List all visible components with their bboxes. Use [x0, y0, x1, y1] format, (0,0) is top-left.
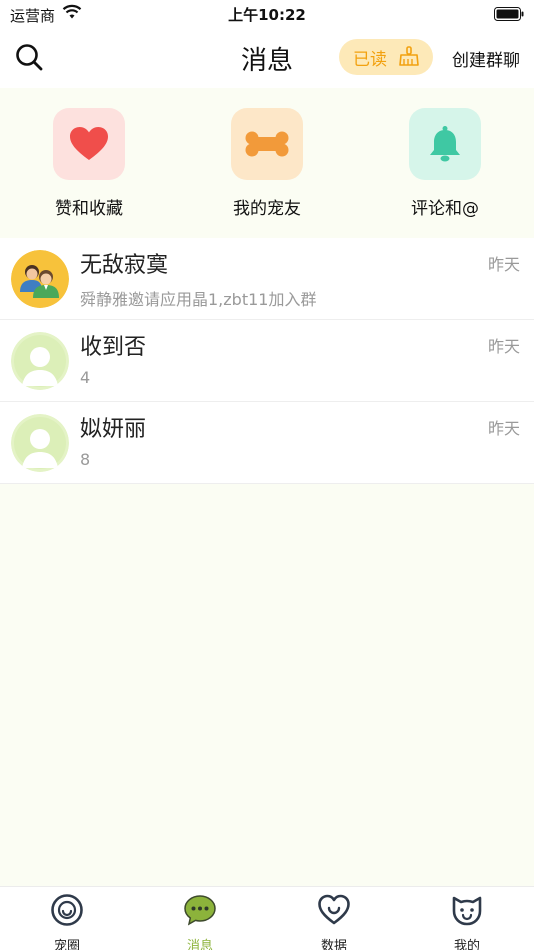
- conversation-row[interactable]: 姒妍丽 8 昨天: [0, 402, 534, 484]
- likes-favorites-entry[interactable]: 赞和收藏: [19, 108, 159, 219]
- conversation-row[interactable]: 无敌寂寞 舜静雅邀请应用晶1,zbt11加入群 昨天: [0, 238, 534, 320]
- conversation-time: 昨天: [487, 255, 520, 274]
- tab-bar: 宠圈 消息 数据 我的: [0, 886, 534, 950]
- tab-pet-circle[interactable]: 宠圈: [27, 893, 107, 950]
- likes-tile: [53, 108, 125, 180]
- group-avatar: [11, 250, 69, 308]
- pet-friends-entry[interactable]: 我的宠友: [197, 108, 337, 219]
- conversation-preview: 舜静雅邀请应用晶1,zbt11加入群: [80, 290, 317, 309]
- broom-icon: [399, 46, 419, 66]
- conversation-name: 姒妍丽: [80, 417, 147, 442]
- chat-bubble-icon: [184, 895, 216, 926]
- quick-entries: 赞和收藏 我的宠友 评论和@: [0, 88, 534, 236]
- conversation-preview: 4: [80, 368, 91, 387]
- conversation-time: 昨天: [487, 337, 520, 356]
- conversation-row[interactable]: 收到否 4 昨天: [0, 320, 534, 402]
- battery-icon: [494, 7, 524, 21]
- comments-mentions-entry[interactable]: 评论和@: [375, 108, 515, 219]
- conversation-list: 无敌寂寞 舜静雅邀请应用晶1,zbt11加入群 昨天 收到否 4 昨天 姒妍丽: [0, 238, 534, 484]
- conversation-name: 收到否: [80, 335, 147, 360]
- search-icon[interactable]: [14, 42, 44, 72]
- cat-face-icon: [452, 896, 482, 926]
- mark-all-read-label: 已读: [353, 49, 387, 70]
- bell-icon: [430, 126, 460, 162]
- tab-label: 我的: [453, 939, 480, 950]
- conversation-name: 无敌寂寞: [80, 253, 169, 278]
- pet-friends-label: 我的宠友: [233, 199, 301, 219]
- status-time: 上午10:22: [228, 6, 306, 24]
- pet-friends-tile: [231, 108, 303, 180]
- heart-outline-icon: [318, 894, 350, 925]
- conversation-time: 昨天: [487, 419, 520, 438]
- tab-label: 数据: [320, 939, 347, 950]
- create-group-button[interactable]: 创建群聊: [452, 46, 520, 71]
- conversation-preview: 8: [80, 450, 91, 469]
- default-avatar: [11, 414, 69, 472]
- tab-messages[interactable]: 消息: [160, 893, 240, 950]
- tab-label: 消息: [186, 939, 213, 950]
- smile-circle-icon: [51, 894, 83, 926]
- tab-mine[interactable]: 我的: [427, 893, 507, 950]
- comments-label: 评论和@: [411, 199, 479, 219]
- comments-tile: [409, 108, 481, 180]
- nav-header: 消息 已读 创建群聊: [0, 28, 534, 88]
- tab-data[interactable]: 数据: [294, 893, 374, 950]
- likes-label: 赞和收藏: [55, 199, 123, 219]
- bone-icon: [245, 131, 289, 157]
- heart-icon: [70, 127, 108, 160]
- default-avatar: [11, 332, 69, 390]
- mark-all-read-button[interactable]: 已读: [339, 39, 433, 75]
- tab-label: 宠圈: [53, 939, 80, 950]
- status-bar: 运营商 上午10:22: [0, 0, 534, 28]
